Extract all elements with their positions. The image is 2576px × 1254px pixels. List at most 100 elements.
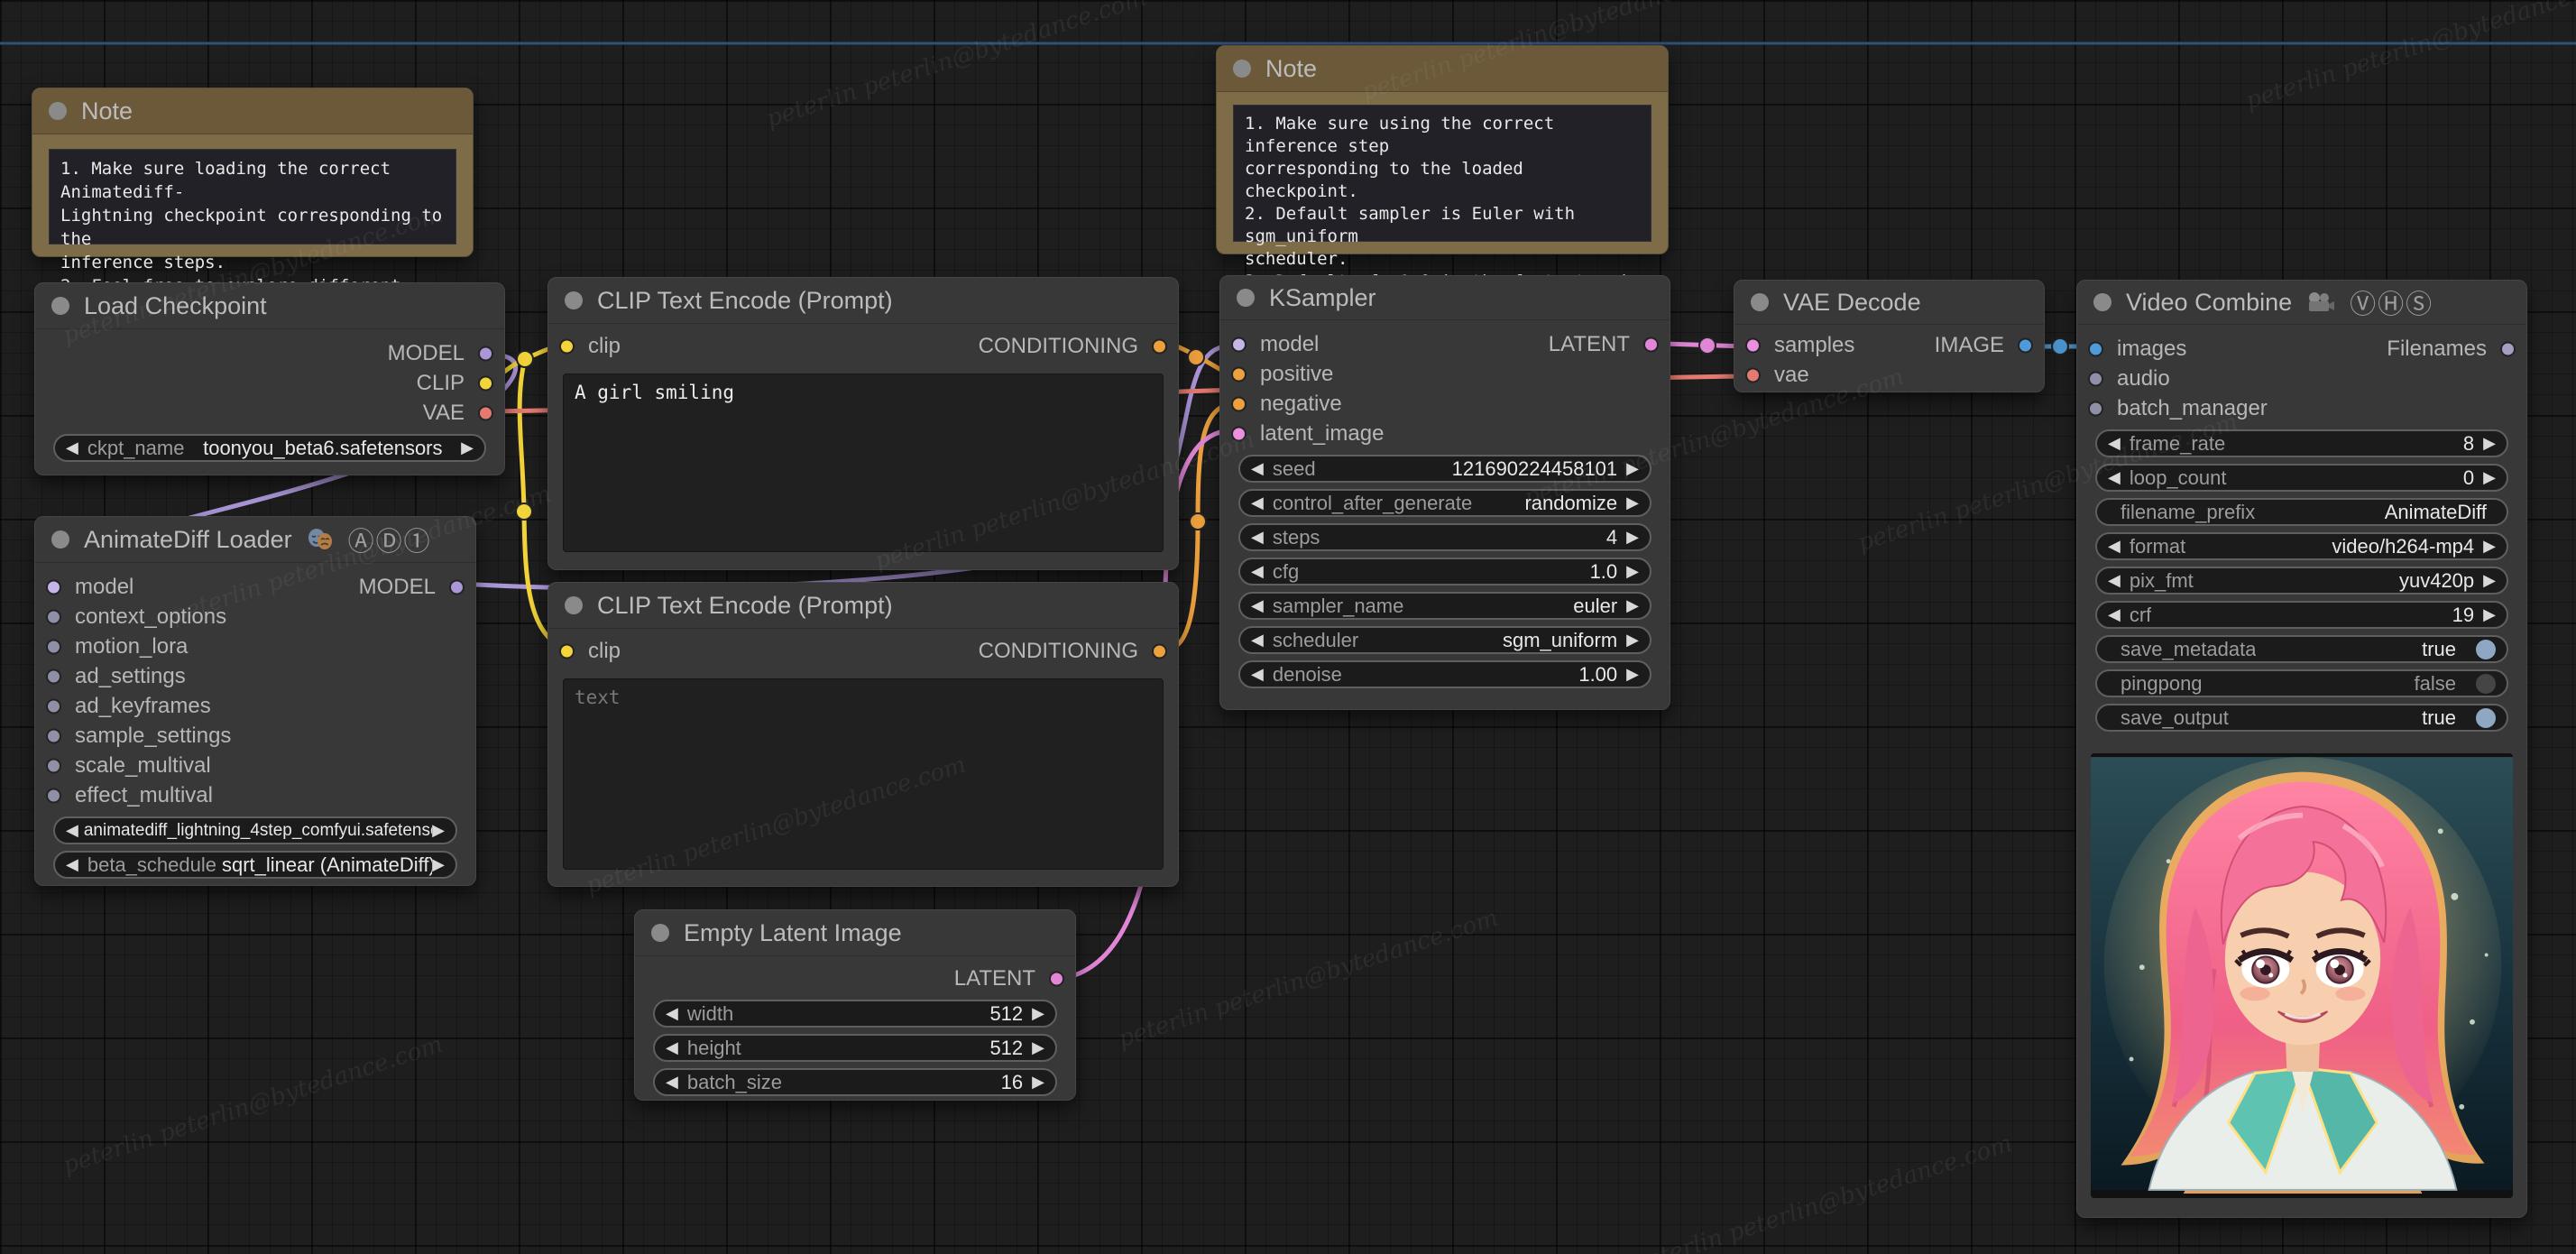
increment-icon[interactable]: ▶ (461, 438, 474, 457)
node-clip-text-encode-positive[interactable]: CLIP Text Encode (Prompt) clip CONDITION… (547, 277, 1179, 570)
collapse-dot-icon[interactable] (51, 297, 69, 315)
increment-icon[interactable]: ▶ (1032, 1038, 1044, 1057)
decrement-icon[interactable]: ◀ (1251, 459, 1264, 478)
decrement-icon[interactable]: ◀ (2108, 571, 2121, 590)
prompt-textarea-empty[interactable]: text (563, 678, 1164, 870)
input-dot[interactable] (46, 609, 61, 624)
collapse-dot-icon[interactable] (1233, 60, 1251, 78)
node-ksampler-titlebar[interactable]: KSampler (1220, 276, 1670, 320)
collapse-dot-icon[interactable] (1751, 293, 1769, 311)
decrement-icon[interactable]: ◀ (1251, 528, 1264, 547)
widget-pix-fmt[interactable]: ◀ pix_fmt yuv420p ▶ (2095, 567, 2508, 595)
input-dot[interactable] (46, 668, 61, 684)
widget-height[interactable]: ◀ height 512 ▶ (653, 1034, 1057, 1062)
collapse-dot-icon[interactable] (565, 596, 583, 614)
node-video-combine[interactable]: Video Combine ⓋⒽⓈ images Filenames audio (2076, 280, 2527, 1218)
widget-control-after-generate[interactable]: ◀ control_after_generate randomize ▶ (1238, 489, 1651, 517)
increment-icon[interactable]: ▶ (2483, 434, 2496, 453)
widget-save-output-toggle[interactable]: save_output true (2095, 704, 2508, 732)
collapse-dot-icon[interactable] (1237, 289, 1255, 307)
widget-motion-model-name[interactable]: ◀ animatediff_lightning_4step_comfyui.sa… (53, 816, 457, 844)
decrement-icon[interactable]: ◀ (66, 855, 78, 874)
output-dot-filenames[interactable] (2500, 341, 2516, 356)
output-dot-vae[interactable] (478, 405, 493, 420)
widget-seed[interactable]: ◀ seed 121690224458101 ▶ (1238, 455, 1651, 483)
input-dot-negative[interactable] (1231, 396, 1247, 411)
input-dot-samples[interactable] (1745, 337, 1761, 353)
decrement-icon[interactable]: ◀ (2108, 434, 2121, 453)
node-load-checkpoint-titlebar[interactable]: Load Checkpoint (35, 283, 504, 329)
node-video-combine-titlebar[interactable]: Video Combine ⓋⒽⓈ (2077, 281, 2526, 325)
widget-beta-schedule[interactable]: ◀ beta_schedule sqrt_linear (AnimateDiff… (53, 851, 457, 879)
node-note-2[interactable]: Note 1. Make sure using the correct infe… (1216, 45, 1669, 382)
input-dot-vae[interactable] (1745, 367, 1761, 383)
widget-denoise[interactable]: ◀ denoise 1.00 ▶ (1238, 660, 1651, 688)
increment-icon[interactable]: ▶ (1626, 631, 1639, 650)
node-note-2-titlebar[interactable]: Note (1217, 46, 1668, 92)
widget-width[interactable]: ◀ width 512 ▶ (653, 1000, 1057, 1028)
increment-icon[interactable]: ▶ (432, 855, 445, 874)
prompt-textarea[interactable]: A girl smiling (563, 373, 1164, 552)
widget-format[interactable]: ◀ format video/h264-mp4 ▶ (2095, 532, 2508, 560)
output-dot-clip[interactable] (478, 375, 493, 391)
widget-frame-rate[interactable]: ◀ frame_rate 8 ▶ (2095, 429, 2508, 457)
widget-sampler-name[interactable]: ◀ sampler_name euler ▶ (1238, 592, 1651, 620)
node-clip2-titlebar[interactable]: CLIP Text Encode (Prompt) (548, 583, 1178, 629)
widget-filename-prefix[interactable]: filename_prefix AnimateDiff (2095, 498, 2508, 526)
increment-icon[interactable]: ▶ (2483, 605, 2496, 624)
input-dot[interactable] (46, 788, 61, 803)
node-empty-latent-image[interactable]: Empty Latent Image LATENT ◀ width 512 ▶ … (634, 909, 1076, 1101)
increment-icon[interactable]: ▶ (1626, 459, 1639, 478)
toggle-knob[interactable] (2476, 639, 2496, 659)
node-clip-text-encode-negative[interactable]: CLIP Text Encode (Prompt) clip CONDITION… (547, 582, 1179, 887)
decrement-icon[interactable]: ◀ (666, 1073, 678, 1092)
decrement-icon[interactable]: ◀ (1251, 665, 1264, 684)
increment-icon[interactable]: ▶ (2483, 537, 2496, 556)
node-graph-canvas[interactable]: peterlin peterlin@bytedance.com peterlin… (0, 0, 2576, 1254)
input-dot-positive[interactable] (1231, 366, 1247, 382)
increment-icon[interactable]: ▶ (1032, 1073, 1044, 1092)
input-dot-latent-image[interactable] (1231, 426, 1247, 441)
note-text[interactable]: 1. Make sure using the correct inference… (1233, 105, 1651, 382)
output-dot-model[interactable] (478, 346, 493, 361)
collapse-dot-icon[interactable] (51, 530, 69, 549)
widget-cfg[interactable]: ◀ cfg 1.0 ▶ (1238, 558, 1651, 586)
decrement-icon[interactable]: ◀ (2108, 605, 2121, 624)
increment-icon[interactable]: ▶ (2483, 571, 2496, 590)
widget-loop-count[interactable]: ◀ loop_count 0 ▶ (2095, 464, 2508, 492)
output-dot-model[interactable] (449, 579, 465, 595)
widget-scheduler[interactable]: ◀ scheduler sgm_uniform ▶ (1238, 626, 1651, 654)
input-dot-images[interactable] (2088, 341, 2103, 356)
node-animatediff-loader[interactable]: AnimateDiff Loader ⒶⒹ① model MODEL conte… (34, 516, 476, 886)
decrement-icon[interactable]: ◀ (666, 1038, 678, 1057)
increment-icon[interactable]: ▶ (1626, 528, 1639, 547)
input-dot-batch-manager[interactable] (2088, 401, 2103, 416)
input-dot[interactable] (46, 698, 61, 714)
decrement-icon[interactable]: ◀ (666, 1004, 678, 1023)
node-vae-decode[interactable]: VAE Decode samples IMAGE vae (1734, 280, 2045, 392)
decrement-icon[interactable]: ◀ (1251, 631, 1264, 650)
decrement-icon[interactable]: ◀ (1251, 596, 1264, 615)
widget-batch-size[interactable]: ◀ batch_size 16 ▶ (653, 1068, 1057, 1096)
decrement-icon[interactable]: ◀ (1251, 493, 1264, 512)
decrement-icon[interactable]: ◀ (66, 438, 78, 457)
node-empty-latent-titlebar[interactable]: Empty Latent Image (635, 910, 1075, 956)
toggle-knob[interactable] (2476, 707, 2496, 728)
input-dot[interactable] (46, 728, 61, 743)
node-vae-decode-titlebar[interactable]: VAE Decode (1734, 281, 2044, 325)
widget-save-metadata-toggle[interactable]: save_metadata true (2095, 635, 2508, 663)
increment-icon[interactable]: ▶ (1626, 596, 1639, 615)
node-note-1[interactable]: Note 1. Make sure loading the correct An… (32, 88, 474, 319)
increment-icon[interactable]: ▶ (1626, 493, 1639, 512)
output-dot-image[interactable] (2018, 337, 2033, 353)
input-dot[interactable] (46, 758, 61, 773)
input-dot-clip[interactable] (559, 338, 575, 354)
widget-steps[interactable]: ◀ steps 4 ▶ (1238, 523, 1651, 551)
toggle-knob[interactable] (2476, 673, 2496, 694)
increment-icon[interactable]: ▶ (2483, 468, 2496, 487)
widget-crf[interactable]: ◀ crf 19 ▶ (2095, 601, 2508, 629)
input-dot-clip[interactable] (559, 643, 575, 659)
output-dot-latent[interactable] (1049, 971, 1064, 986)
input-dot-model[interactable] (46, 579, 61, 595)
collapse-dot-icon[interactable] (565, 291, 583, 309)
